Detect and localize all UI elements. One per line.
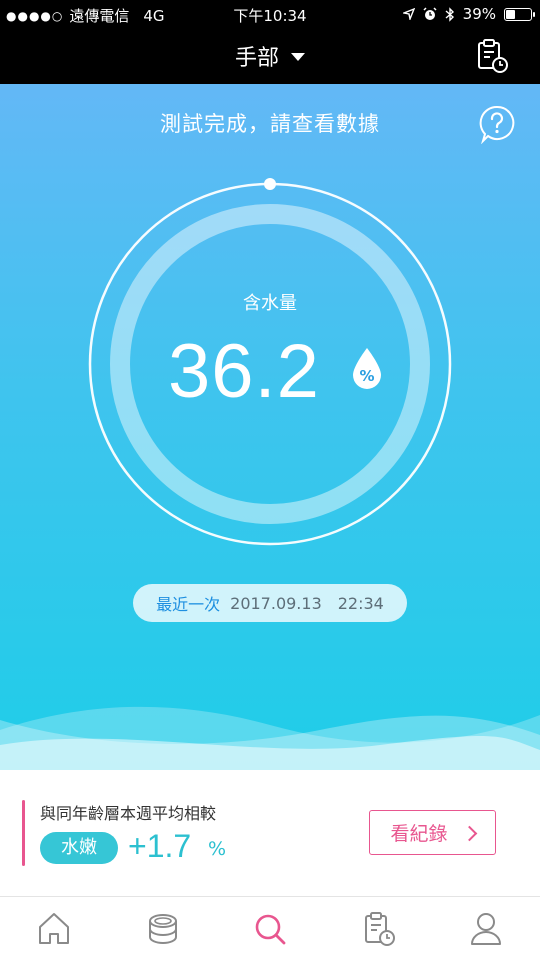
nav-bar: 手部: [0, 28, 540, 84]
chevron-right-icon: [461, 825, 477, 841]
view-records-label: 看紀錄: [390, 823, 448, 845]
wave-decoration: [0, 706, 540, 770]
delta-unit: %: [208, 838, 227, 860]
tab-bar: [0, 896, 540, 960]
comparison-title: 與同年齡層本週平均相較: [40, 804, 217, 823]
battery-icon: [504, 7, 535, 21]
body-part-selector[interactable]: 手部: [0, 40, 540, 72]
view-records-button[interactable]: 看紀錄: [369, 810, 496, 855]
history-clipboard-icon[interactable]: [360, 909, 400, 949]
device-icon[interactable]: [143, 909, 183, 949]
last-measurement-label: 最近一次: [156, 595, 221, 614]
alarm-icon: [423, 7, 437, 20]
accent-bar: [22, 800, 25, 866]
status-badge: 水嫩: [40, 832, 118, 864]
comparison-card: 與同年齡層本週平均相較 水嫩 +1.7 % 看紀錄: [0, 770, 540, 896]
user-icon[interactable]: [466, 909, 506, 949]
search-icon[interactable]: [250, 909, 290, 949]
status-right: 39%: [402, 5, 535, 23]
unit-label: %: [359, 367, 375, 385]
delta-value: +1.7: [128, 828, 192, 864]
last-measurement-date: 2017.09.13: [230, 593, 322, 613]
last-measurement: 最近一次 2017.09.13 22:34: [133, 584, 407, 622]
status-bar: ●●●●○ 遠傳電信 4G 下午10:34 39%: [0, 0, 540, 28]
battery-level-fill: [506, 9, 515, 19]
result-panel: 測試完成，請查看數據 含水量 36.2 % 最近一次 2017.09.13 22…: [0, 84, 540, 770]
result-heading: 測試完成，請查看數據: [160, 112, 380, 136]
home-icon[interactable]: [34, 909, 74, 949]
moisture-value: 36.2: [168, 329, 320, 414]
dropdown-caret-icon: [291, 53, 305, 61]
nav-title: 手部: [234, 46, 279, 71]
help-icon[interactable]: [478, 104, 516, 144]
bluetooth-icon: [445, 6, 454, 22]
last-measurement-time: 22:34: [337, 593, 384, 613]
battery-percent: 39%: [462, 5, 496, 23]
gauge-label: 含水量: [243, 293, 297, 314]
water-drop-icon: %: [350, 346, 384, 390]
location-arrow-icon: [402, 8, 415, 20]
history-clipboard-icon[interactable]: [476, 38, 510, 74]
